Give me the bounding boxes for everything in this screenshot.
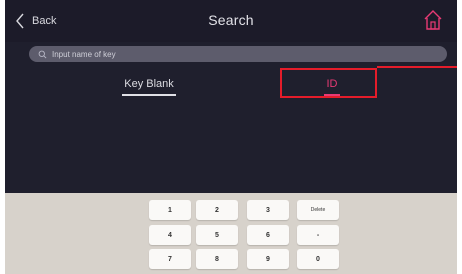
key-7[interactable]: 7 (149, 249, 191, 269)
tab-key-blank[interactable]: Key Blank (119, 78, 179, 96)
annotation-highlight-box (280, 68, 377, 98)
key-0[interactable]: 0 (297, 249, 339, 269)
key-8[interactable]: 8 (196, 249, 238, 269)
key-9[interactable]: 9 (247, 249, 289, 269)
key-2[interactable]: 2 (196, 200, 238, 220)
key-5[interactable]: 5 (196, 225, 238, 245)
key-dash[interactable]: - (297, 225, 339, 245)
annotation-pointer-line (377, 66, 457, 68)
tab-key-blank-label: Key Blank (124, 78, 174, 90)
header-bar: Back Search (5, 0, 457, 42)
key-1[interactable]: 1 (149, 200, 191, 220)
page-title: Search (208, 12, 254, 28)
key-3[interactable]: 3 (247, 200, 289, 220)
search-input[interactable] (52, 49, 412, 59)
search-icon (38, 50, 47, 58)
key-4[interactable]: 4 (149, 225, 191, 245)
search-bar[interactable] (29, 46, 447, 62)
search-screen: Back Search Key Blank ID 1 2 3 Delete 4 … (5, 0, 457, 274)
tab-underline (122, 94, 176, 96)
delete-key[interactable]: Delete (297, 200, 339, 220)
key-6[interactable]: 6 (247, 225, 289, 245)
numeric-keypad: 1 2 3 Delete 4 5 6 - 7 8 9 0 (5, 193, 457, 274)
home-icon[interactable] (423, 9, 443, 31)
